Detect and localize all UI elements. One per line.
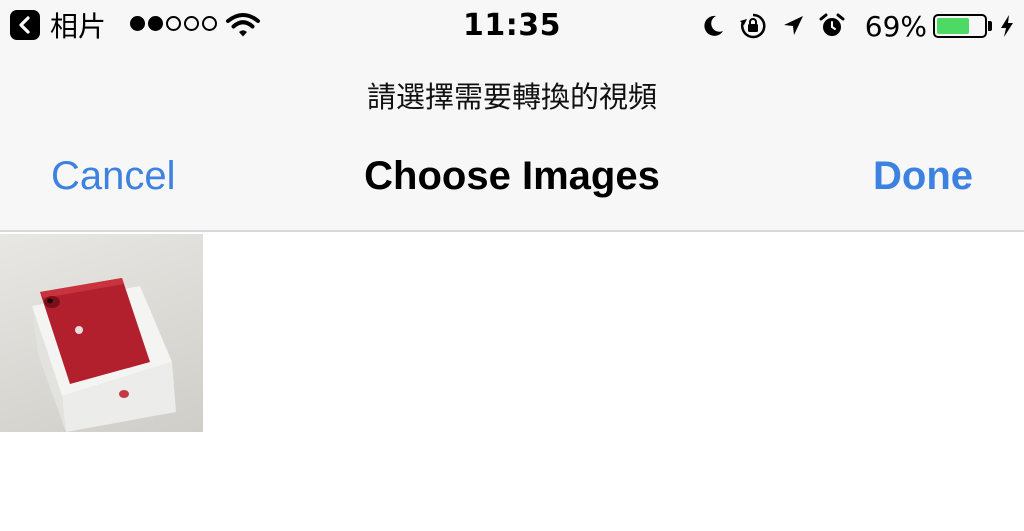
battery-icon: [933, 14, 987, 38]
top-chrome: 相片 11:35 69% 請選擇需要轉換的視頻 Cancel Choose Im…: [0, 0, 1024, 232]
battery-percentage: 69%: [864, 9, 927, 43]
status-indicators: 69%: [701, 8, 1014, 44]
battery-level-fill: [937, 18, 969, 34]
moon-icon: [701, 14, 725, 38]
iphone-box-image: [32, 278, 176, 432]
photo-thumbnail[interactable]: [0, 234, 203, 432]
screen: 相片 11:35 69% 請選擇需要轉換的視頻 Cancel Choose Im…: [0, 0, 1024, 531]
rotation-lock-icon: [739, 12, 767, 40]
alarm-clock-icon: [819, 13, 845, 39]
status-bar: 相片 11:35 69%: [0, 0, 1024, 52]
done-button[interactable]: Done: [873, 154, 973, 199]
cancel-button[interactable]: Cancel: [51, 154, 176, 199]
charging-bolt-icon: [1000, 14, 1014, 38]
prompt-text: 請選擇需要轉換的視頻: [366, 80, 657, 114]
photo-grid: [0, 234, 203, 432]
location-arrow-icon: [781, 14, 805, 38]
battery-tip: [988, 21, 992, 31]
